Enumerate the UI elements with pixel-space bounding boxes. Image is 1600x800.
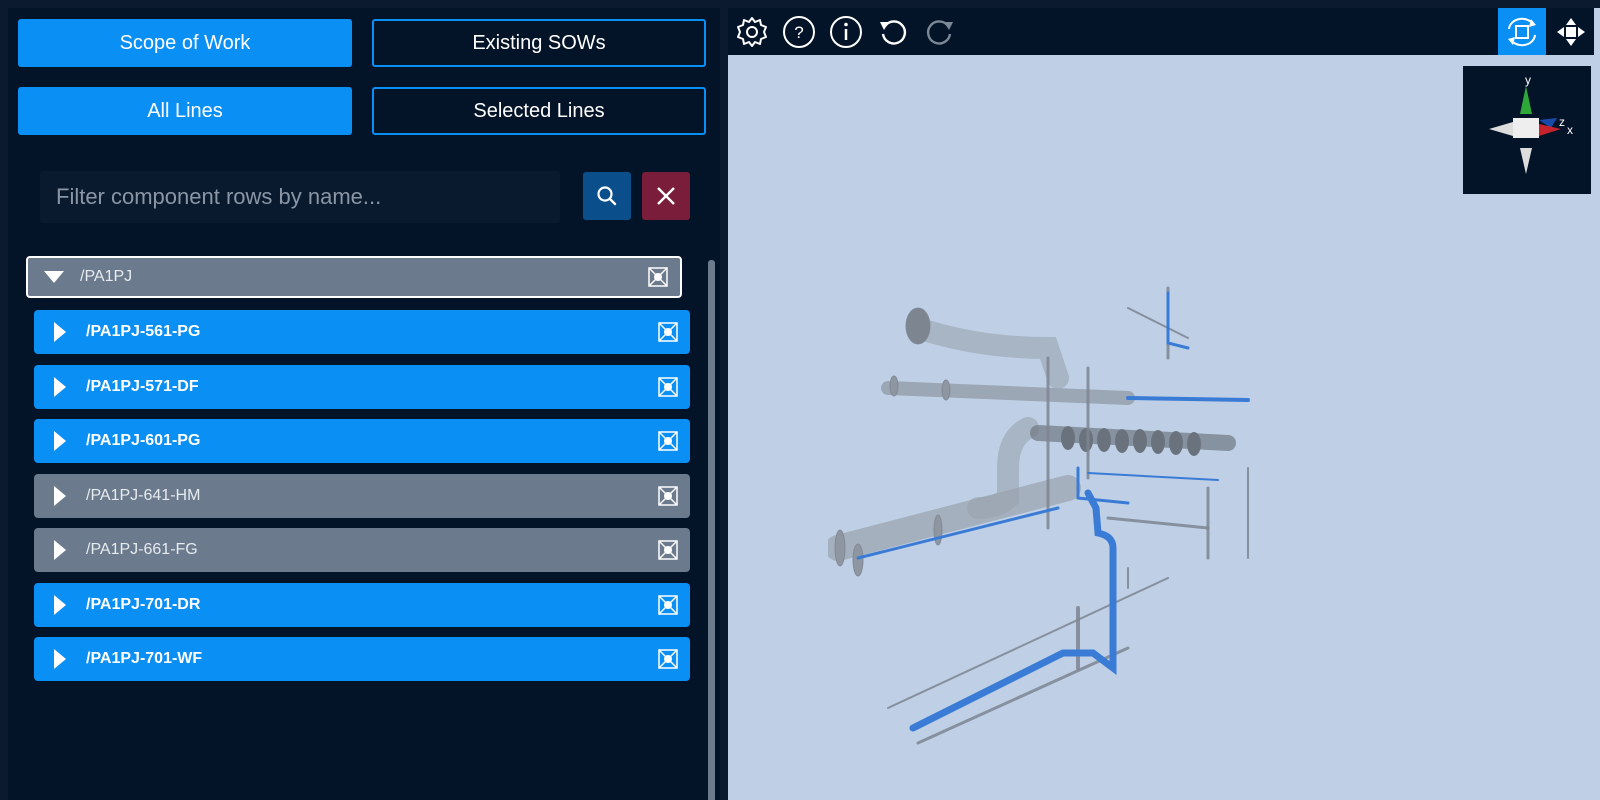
help-icon: ? [783, 16, 815, 48]
gear-icon [737, 17, 767, 47]
undo-icon [880, 20, 907, 45]
tree-row-label: /PA1PJ-561-PG [86, 323, 201, 340]
redo-icon [926, 20, 953, 45]
info-button[interactable] [826, 12, 866, 52]
tree-row-label: /PA1PJ-601-PG [86, 432, 201, 449]
pan-mode-button[interactable] [1548, 8, 1594, 55]
filter-input[interactable] [56, 184, 560, 210]
chevron-right-icon[interactable] [34, 649, 86, 669]
scrollbar[interactable] [708, 260, 715, 800]
component-panel: Scope of Work Existing SOWs All Lines Se… [8, 8, 720, 800]
redo-button[interactable] [920, 12, 960, 52]
visibility-toggle-icon[interactable] [646, 539, 690, 561]
chevron-right-icon[interactable] [34, 431, 86, 451]
axis-x-label: x [1567, 123, 1573, 137]
viewer-toolbar: ? [728, 8, 1594, 55]
filter-box [40, 171, 560, 223]
visibility-toggle-icon[interactable] [646, 430, 690, 452]
visibility-toggle-icon[interactable] [646, 485, 690, 507]
search-button[interactable] [583, 172, 631, 220]
selected-lines-tab[interactable]: Selected Lines [372, 87, 706, 135]
svg-text:?: ? [794, 23, 803, 42]
tree-row[interactable]: /PA1PJ-561-PG [34, 310, 690, 354]
tree-row-label: /PA1PJ [80, 268, 133, 285]
existing-sows-tab[interactable]: Existing SOWs [372, 19, 706, 67]
visibility-toggle-icon[interactable] [646, 648, 690, 670]
chevron-right-icon[interactable] [34, 322, 86, 342]
settings-button[interactable] [732, 12, 772, 52]
tree-row[interactable]: /PA1PJ-661-FG [34, 528, 690, 572]
orbit-mode-button[interactable] [1498, 8, 1546, 55]
orbit-icon [1508, 17, 1536, 46]
pan-icon [1557, 17, 1585, 46]
gizmo-cube [1513, 118, 1539, 138]
visibility-toggle-icon[interactable] [646, 594, 690, 616]
undo-button[interactable] [873, 12, 913, 52]
tree-row-root[interactable]: /PA1PJ [26, 256, 682, 298]
chevron-right-icon[interactable] [34, 594, 86, 615]
tree-row-label: /PA1PJ-661-FG [86, 541, 198, 558]
clear-filter-button[interactable] [642, 172, 690, 220]
visibility-toggle-icon[interactable] [636, 266, 680, 288]
tree-row[interactable]: /PA1PJ-701-WF [34, 637, 690, 681]
y-axis-cone [1520, 86, 1532, 114]
visibility-toggle-icon[interactable] [646, 321, 690, 343]
chevron-right-icon[interactable] [34, 485, 86, 506]
tree-row-label: /PA1PJ-701-DR [86, 595, 201, 613]
tree-row[interactable]: /PA1PJ-601-PG [34, 419, 690, 463]
neg-x-axis-cone [1489, 122, 1513, 136]
info-icon [830, 16, 862, 48]
tree-row[interactable]: /PA1PJ-641-HM [34, 473, 690, 518]
all-lines-tab[interactable]: All Lines [18, 87, 352, 135]
3d-viewport[interactable]: ? y z x [728, 8, 1600, 800]
tree-row[interactable]: /PA1PJ-571-DF [34, 364, 690, 409]
tree-row-label: /PA1PJ-571-DF [86, 377, 199, 395]
tree-row-label: /PA1PJ-641-HM [86, 486, 201, 504]
visibility-toggle-icon[interactable] [646, 376, 690, 398]
axis-gizmo[interactable]: y z x [1463, 66, 1591, 194]
tree-row-label: /PA1PJ-701-WF [86, 650, 203, 667]
axis-y-label: y [1525, 73, 1531, 87]
chevron-right-icon[interactable] [34, 376, 86, 397]
axis-z-label: z [1559, 115, 1565, 129]
help-button[interactable]: ? [779, 12, 819, 52]
search-icon [597, 186, 617, 206]
chevron-right-icon[interactable] [34, 540, 86, 560]
pipe-model[interactable] [828, 268, 1288, 768]
scope-of-work-tab[interactable]: Scope of Work [18, 19, 352, 67]
tree-row[interactable]: /PA1PJ-701-DR [34, 582, 690, 627]
close-icon [657, 187, 675, 205]
chevron-down-icon[interactable] [28, 270, 80, 284]
neg-y-axis-cone [1520, 148, 1532, 174]
